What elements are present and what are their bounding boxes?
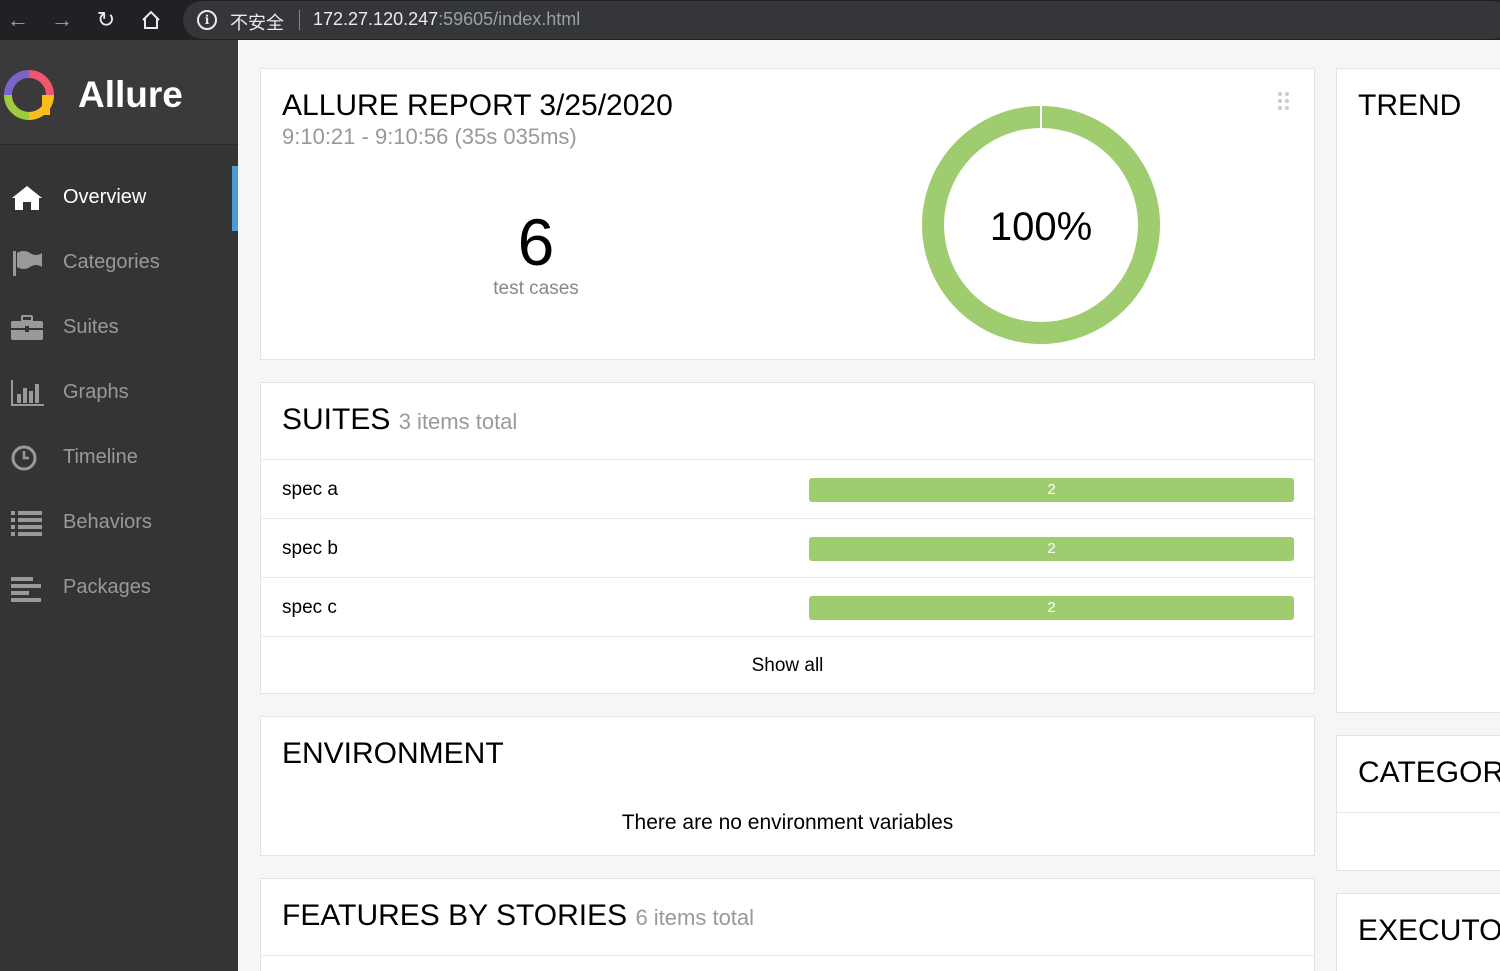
sidebar-item-label: Behaviors — [63, 511, 152, 533]
features-widget: FEATURES BY STORIES 6 items total — [260, 878, 1315, 971]
suite-name: spec c — [282, 597, 337, 618]
sidebar-item-timeline[interactable]: Timeline — [0, 426, 238, 491]
environment-title: ENVIRONMENT — [282, 737, 504, 770]
home-icon — [12, 186, 42, 210]
align-left-icon — [11, 577, 41, 602]
security-label[interactable]: 不安全 — [230, 9, 284, 35]
sidebar-item-packages[interactable]: Packages — [0, 556, 238, 621]
address-bar[interactable]: i 不安全 172.27.120.247:59605/index.html — [183, 1, 1500, 39]
clock-icon — [11, 445, 37, 471]
sidebar-item-label: Graphs — [63, 381, 129, 403]
trend-widget: TREND — [1336, 68, 1500, 713]
reload-icon[interactable]: ↻ — [92, 6, 120, 34]
features-title: FEATURES BY STORIES 6 items total — [282, 899, 754, 933]
suite-passed-bar[interactable]: 2 — [809, 596, 1294, 620]
features-count: 6 items total — [635, 905, 755, 930]
url-text[interactable]: 172.27.120.247:59605/index.html — [313, 9, 580, 30]
test-case-count-label: test cases — [493, 278, 579, 299]
pass-rate-percent: 100% — [990, 205, 1092, 249]
address-divider — [299, 10, 300, 30]
features-title-text: FEATURES BY STORIES — [282, 899, 628, 932]
home-page-icon[interactable] — [137, 6, 165, 34]
logo-text: Allure — [78, 74, 183, 115]
suites-count: 3 items total — [398, 409, 518, 434]
divider — [261, 955, 1314, 956]
url-host: 172.27.120.247 — [313, 9, 439, 29]
sidebar-item-categories[interactable]: Categories — [0, 231, 238, 296]
sidebar-item-suites[interactable]: Suites — [0, 296, 238, 361]
suite-row[interactable]: spec c 2 — [261, 577, 1314, 636]
pass-rate-donut[interactable]: 100% — [919, 103, 1164, 348]
sidebar-item-label: Packages — [63, 576, 151, 598]
trend-title: TREND — [1358, 89, 1462, 122]
drag-handle-icon[interactable] — [1277, 91, 1291, 111]
categories-widget: CATEGORIES — [1336, 735, 1500, 871]
suites-title-text: SUITES — [282, 403, 391, 436]
back-icon[interactable]: ← — [4, 6, 32, 34]
suite-row[interactable]: spec b 2 — [261, 518, 1314, 577]
report-datetime: 9:10:21 - 9:10:56 (35s 035ms) — [282, 124, 577, 149]
suite-name: spec b — [282, 538, 338, 559]
environment-widget: ENVIRONMENT There are no environment var… — [260, 716, 1315, 856]
categories-title: CATEGORIES — [1358, 756, 1500, 789]
forward-icon[interactable]: → — [48, 6, 76, 34]
browser-toolbar: ← → ↻ i 不安全 172.27.120.247:59605/index.h… — [0, 0, 1500, 40]
suite-passed-bar[interactable]: 2 — [809, 478, 1294, 502]
main-content: ALLURE REPORT 3/25/2020 9:10:21 - 9:10:5… — [238, 40, 1500, 971]
briefcase-icon — [11, 315, 43, 340]
logo[interactable]: Allure — [0, 40, 238, 145]
sidebar: Allure Overview Categories Suites Graphs… — [0, 40, 238, 971]
report-title: ALLURE REPORT 3/25/2020 — [282, 89, 673, 122]
sidebar-item-label: Timeline — [63, 446, 138, 468]
suites-title: SUITES 3 items total — [282, 403, 517, 437]
suite-passed-bar[interactable]: 2 — [809, 537, 1294, 561]
sidebar-item-label: Categories — [63, 251, 160, 273]
suite-name: spec a — [282, 479, 338, 500]
suite-row[interactable]: spec a 2 — [261, 459, 1314, 518]
info-icon[interactable]: i — [197, 10, 217, 30]
environment-empty-message: There are no environment variables — [621, 811, 954, 834]
show-all-link[interactable]: Show all — [261, 636, 1314, 694]
sidebar-item-label: Suites — [63, 316, 119, 338]
summary-widget: ALLURE REPORT 3/25/2020 9:10:21 - 9:10:5… — [260, 68, 1315, 360]
flag-icon — [13, 251, 42, 276]
bar-chart-icon — [11, 380, 44, 406]
suites-widget: SUITES 3 items total spec a 2 spec b 2 s… — [260, 382, 1315, 694]
sidebar-menu: Overview Categories Suites Graphs Timeli… — [0, 166, 238, 621]
sidebar-item-behaviors[interactable]: Behaviors — [0, 491, 238, 556]
divider — [1337, 812, 1500, 813]
list-icon — [11, 511, 42, 536]
sidebar-item-overview[interactable]: Overview — [0, 166, 238, 231]
executors-widget: EXECUTORS — [1336, 893, 1500, 971]
url-path: :59605/index.html — [438, 9, 581, 29]
sidebar-item-label: Overview — [63, 186, 147, 208]
test-case-count: 6 — [517, 205, 555, 279]
allure-logo-icon — [4, 70, 54, 120]
executors-title: EXECUTORS — [1358, 914, 1500, 947]
sidebar-item-graphs[interactable]: Graphs — [0, 361, 238, 426]
